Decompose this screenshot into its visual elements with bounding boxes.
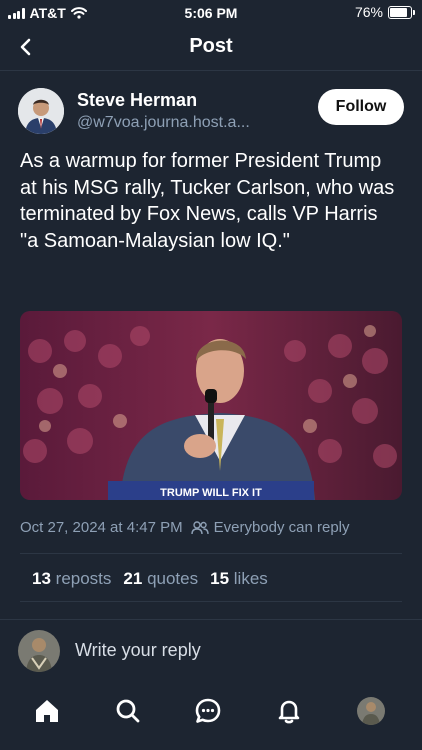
post-timestamp: Oct 27, 2024 at 4:47 PM [20,519,183,536]
quotes-stat[interactable]: 21 quotes [123,569,198,589]
tab-profile[interactable] [356,696,386,726]
post-stats: 13 reposts 21 quotes 15 likes [32,569,268,589]
author-handle[interactable]: @w7voa.journa.host.a... [77,114,250,132]
status-right: 76% [354,4,415,20]
media-sign-text: TRUMP WILL FIX IT [160,487,262,499]
header: Post [0,26,422,71]
post-image[interactable]: TRUMP WILL FIX IT [20,311,402,500]
chat-icon [195,698,221,723]
tab-search[interactable] [113,696,143,726]
reply-setting[interactable]: Everybody can reply [214,519,350,536]
reply-composer[interactable]: Write your reply [0,619,422,683]
battery-icon [388,5,415,19]
tab-home[interactable] [32,696,62,726]
bell-icon [278,700,300,724]
reply-input[interactable]: Write your reply [75,640,201,661]
tab-notifications[interactable] [274,696,304,726]
page-title: Post [189,35,233,57]
divider [20,553,402,554]
likes-stat[interactable]: 15 likes [210,569,268,589]
divider [20,601,402,602]
post-text: As a warmup for former President Trump a… [20,150,395,252]
search-icon [116,699,140,723]
tab-bar [0,682,422,750]
battery-fill [390,7,407,17]
author-name[interactable]: Steve Herman [77,90,197,111]
status-bar: AT&T 5:06 PM 76% [0,0,422,26]
home-icon [36,700,58,722]
author-avatar[interactable] [18,88,64,134]
profile-avatar [357,697,385,725]
post-meta: Oct 27, 2024 at 4:47 PM Everybody can re… [20,519,350,536]
follow-button[interactable]: Follow [318,89,404,125]
battery-percent: 76% [354,4,383,20]
reposts-stat[interactable]: 13 reposts [32,569,111,589]
people-icon [190,520,209,535]
tab-chat[interactable] [193,696,223,726]
user-avatar [18,630,60,672]
